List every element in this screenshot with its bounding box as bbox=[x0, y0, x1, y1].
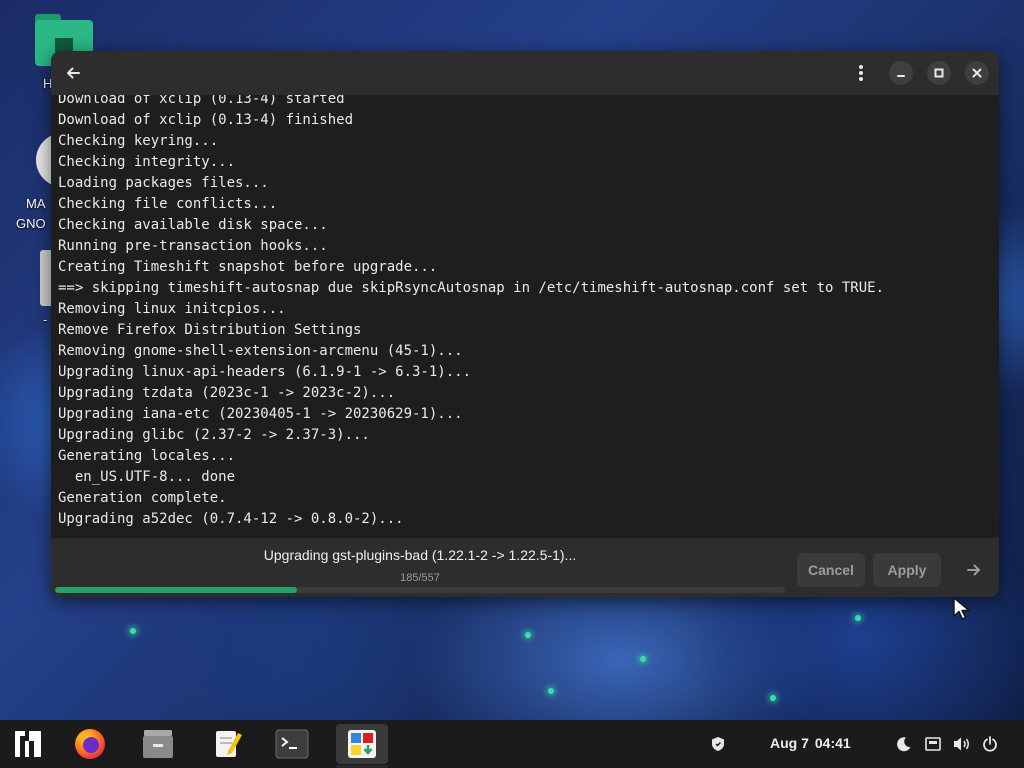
terminal-line: Download of xclip (0.13-4) finished bbox=[58, 112, 354, 128]
terminal-lines: Download of xclip (0.13-4) started Downlo… bbox=[58, 95, 884, 530]
wallpaper-sparkle bbox=[548, 688, 554, 694]
minimize-button[interactable] bbox=[889, 61, 913, 85]
kebab-menu-icon bbox=[859, 65, 863, 81]
apps-menu-button[interactable] bbox=[2, 724, 54, 764]
terminal-line: Upgrading linux-api-headers (6.1.9-1 -> … bbox=[58, 364, 472, 380]
terminal-line: Checking keyring... bbox=[58, 133, 219, 149]
terminal-output[interactable]: Download of xclip (0.13-4) started Downlo… bbox=[51, 95, 999, 538]
maximize-button[interactable] bbox=[927, 61, 951, 85]
clock[interactable]: Aug 7 04:41 bbox=[770, 735, 857, 751]
terminal-line: Download of xclip (0.13-4) started bbox=[58, 95, 345, 107]
arrow-right-icon bbox=[967, 564, 980, 576]
wallpaper-sparkle bbox=[640, 656, 646, 662]
terminal-line: Upgrading iana-etc (20230405-1 -> 202306… bbox=[58, 406, 463, 422]
terminal-line: Removing gnome-shell-extension-arcmenu (… bbox=[58, 343, 463, 359]
terminal-line: ==> skipping timeshift-autosnap due skip… bbox=[58, 280, 885, 296]
drive-label: - bbox=[43, 312, 48, 327]
clock-time: 04:41 bbox=[814, 735, 851, 751]
back-button[interactable] bbox=[61, 61, 85, 85]
terminal-line: Upgrading glibc (2.37-2 -> 2.37-3)... bbox=[58, 427, 370, 443]
terminal-line: Checking available disk space... bbox=[58, 217, 328, 233]
shield-icon bbox=[712, 737, 724, 751]
cancel-button[interactable]: Cancel bbox=[797, 553, 865, 587]
apply-button[interactable]: Apply bbox=[873, 553, 941, 587]
status-text: Upgrading gst-plugins-bad (1.22.1-2 -> 1… bbox=[263, 547, 577, 563]
terminal-line: Remove Firefox Distribution Settings bbox=[58, 322, 362, 338]
arrow-left-icon bbox=[67, 67, 80, 79]
disc-label-line2: GNO bbox=[16, 216, 46, 231]
close-icon bbox=[972, 68, 982, 78]
wallpaper-sparkle bbox=[855, 615, 861, 621]
text-editor-icon bbox=[216, 731, 242, 757]
power-menu[interactable] bbox=[980, 734, 1000, 754]
software-button[interactable] bbox=[336, 724, 388, 768]
terminal-line: Creating Timeshift snapshot before upgra… bbox=[58, 259, 438, 275]
terminal-line: Checking integrity... bbox=[58, 154, 236, 170]
terminal-line: Removing linux initcpios... bbox=[58, 301, 286, 317]
moon-icon bbox=[897, 737, 911, 752]
disc-label-line1: MA bbox=[26, 196, 46, 211]
update-window: Download of xclip (0.13-4) started Downlo… bbox=[51, 51, 999, 597]
taskbar bbox=[0, 720, 1024, 768]
clock-date: Aug 7 bbox=[770, 735, 809, 751]
terminal-line: Upgrading a52dec (0.7.4-12 -> 0.8.0-2)..… bbox=[58, 511, 404, 527]
volume-control[interactable] bbox=[952, 734, 972, 754]
network-wired-icon bbox=[925, 737, 941, 751]
mouse-cursor-icon bbox=[953, 597, 970, 620]
files-button[interactable] bbox=[132, 724, 184, 764]
network-status[interactable] bbox=[922, 734, 944, 754]
volume-icon bbox=[954, 737, 969, 751]
terminal-button[interactable] bbox=[266, 724, 318, 764]
terminal-line: Upgrading tzdata (2023c-1 -> 2023c-2)... bbox=[58, 385, 396, 401]
progress-track bbox=[55, 587, 785, 593]
apps-menu-icon bbox=[15, 731, 41, 757]
close-button[interactable] bbox=[965, 61, 989, 85]
minimize-icon bbox=[897, 75, 905, 77]
terminal-icon bbox=[275, 729, 309, 759]
firefox-button[interactable] bbox=[64, 724, 116, 764]
firefox-icon bbox=[75, 729, 105, 759]
maximize-icon bbox=[934, 68, 944, 78]
security-status[interactable] bbox=[708, 734, 728, 754]
files-icon bbox=[143, 730, 173, 758]
menu-button[interactable] bbox=[849, 61, 873, 85]
terminal-line: en_US.UTF-8... done bbox=[58, 469, 236, 485]
terminal-line: Loading packages files... bbox=[58, 175, 269, 191]
terminal-line: Running pre-transaction hooks... bbox=[58, 238, 328, 254]
next-button[interactable] bbox=[961, 557, 987, 583]
software-icon bbox=[348, 730, 376, 758]
wallpaper-sparkle bbox=[130, 628, 136, 634]
progress-count: 185/557 bbox=[400, 572, 440, 584]
progress-bar-area: Upgrading gst-plugins-bad (1.22.1-2 -> 1… bbox=[51, 538, 999, 597]
wallpaper-sparkle bbox=[770, 695, 776, 701]
terminal-line: Checking file conflicts... bbox=[58, 196, 278, 212]
terminal-line: Generation complete. bbox=[58, 490, 227, 506]
wallpaper-sparkle bbox=[525, 632, 531, 638]
title-bar bbox=[51, 51, 999, 95]
night-light-toggle[interactable] bbox=[894, 734, 914, 754]
power-icon bbox=[983, 736, 997, 752]
text-editor-button[interactable] bbox=[202, 724, 254, 764]
progress-fill bbox=[55, 587, 298, 593]
terminal-line: Generating locales... bbox=[58, 448, 236, 464]
